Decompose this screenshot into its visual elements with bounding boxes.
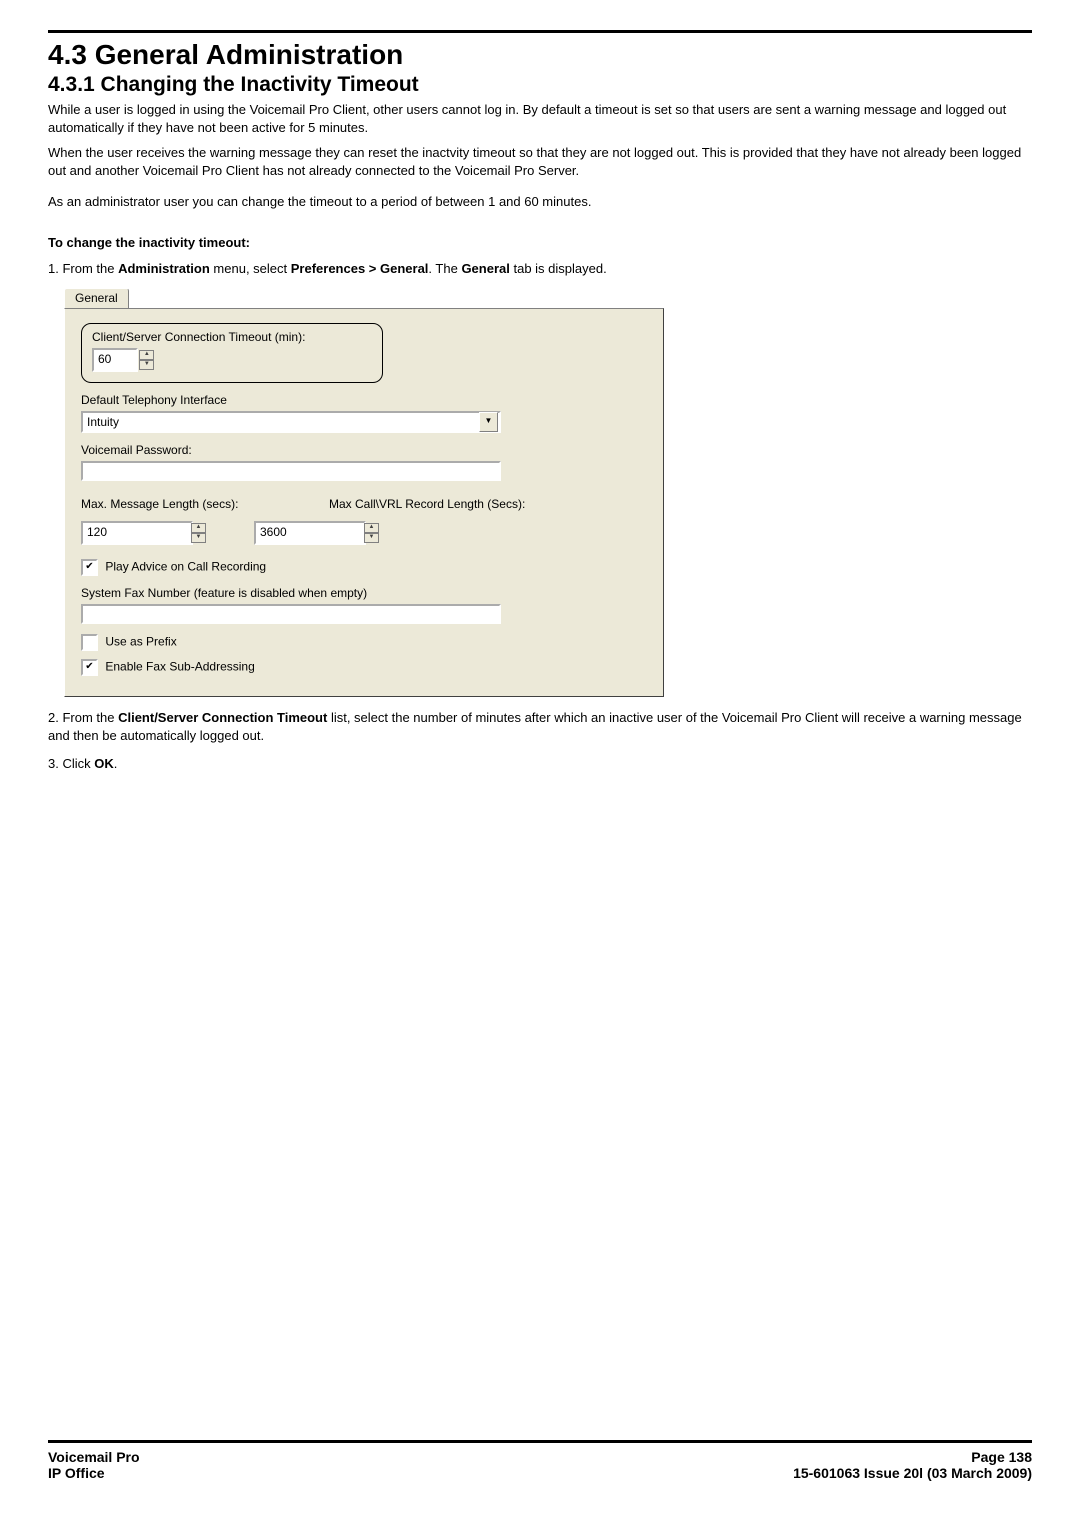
max-msg-spin-buttons[interactable]: ▲ ▼	[191, 523, 206, 543]
step3-bold-ok: OK	[94, 756, 114, 771]
step3-prefix: 3. Click	[48, 756, 94, 771]
footer-right: Page 138 15-601063 Issue 20l (03 March 2…	[793, 1449, 1032, 1481]
max-msg-wrap: 120 ▲ ▼	[81, 521, 206, 545]
spin-down-icon[interactable]: ▼	[191, 533, 206, 543]
dti-label: Default Telephony Interface	[81, 393, 227, 407]
footer-platform: IP Office	[48, 1465, 140, 1481]
paragraph-intro-2: When the user receives the warning messa…	[48, 144, 1032, 179]
step-3: 3. Click OK.	[48, 755, 1032, 773]
paragraph-intro-3: As an administrator user you can change …	[48, 193, 1032, 211]
max-msg-spinbox[interactable]: 120	[81, 521, 193, 545]
max-vrl-label: Max Call\VRL Record Length (Secs):	[329, 497, 525, 511]
sys-fax-row: System Fax Number (feature is disabled w…	[81, 586, 647, 624]
step1-bold-general: General	[461, 261, 509, 276]
footer-doc-id: 15-601063 Issue 20l (03 March 2009)	[793, 1465, 1032, 1481]
timeout-spinbox[interactable]: 60	[92, 348, 138, 372]
spin-down-icon[interactable]: ▼	[139, 360, 154, 370]
timeout-group: Client/Server Connection Timeout (min): …	[81, 323, 383, 383]
vm-password-input[interactable]	[81, 461, 501, 481]
procedure-title: To change the inactivity timeout:	[48, 235, 1032, 250]
paragraph-intro-1: While a user is logged in using the Voic…	[48, 101, 1032, 136]
timeout-spin-buttons[interactable]: ▲ ▼	[139, 350, 154, 370]
tab-general[interactable]: General	[64, 288, 129, 308]
use-prefix-label: Use as Prefix	[105, 635, 176, 649]
spin-up-icon[interactable]: ▲	[364, 523, 379, 533]
footer-page: Page 138	[793, 1449, 1032, 1465]
use-prefix-row: Use as Prefix	[81, 634, 647, 651]
spin-up-icon[interactable]: ▲	[139, 350, 154, 360]
general-panel: Client/Server Connection Timeout (min): …	[64, 308, 664, 697]
enable-fax-sub-row: ✔ Enable Fax Sub-Addressing	[81, 659, 647, 676]
spin-down-icon[interactable]: ▼	[364, 533, 379, 543]
timeout-label: Client/Server Connection Timeout (min):	[92, 330, 372, 344]
step1-bold-admin: Administration	[118, 261, 210, 276]
page-content: 4.3 General Administration 4.3.1 Changin…	[0, 0, 1080, 1440]
dti-row: Default Telephony Interface Intuity ▼	[81, 393, 647, 433]
max-vrl-spin-buttons[interactable]: ▲ ▼	[364, 523, 379, 543]
max-msg-label: Max. Message Length (secs):	[81, 497, 281, 511]
procedure-steps-cont: 2. From the Client/Server Connection Tim…	[48, 709, 1032, 774]
step1-suffix: tab is displayed.	[510, 261, 607, 276]
vm-password-label: Voicemail Password:	[81, 443, 192, 457]
top-rule	[48, 30, 1032, 33]
vm-password-row: Voicemail Password:	[81, 443, 647, 481]
step1-mid: menu, select	[210, 261, 291, 276]
use-prefix-checkbox[interactable]	[81, 634, 98, 651]
sys-fax-input[interactable]	[81, 604, 501, 624]
procedure-steps: 1. From the Administration menu, select …	[48, 260, 1032, 278]
footer-product: Voicemail Pro	[48, 1449, 140, 1465]
step2-prefix: 2. From the	[48, 710, 118, 725]
heading-subsection: 4.3.1 Changing the Inactivity Timeout	[48, 73, 1032, 97]
play-advice-label: Play Advice on Call Recording	[105, 560, 266, 574]
play-advice-row: ✔ Play Advice on Call Recording	[81, 559, 647, 576]
step3-suffix: .	[114, 756, 118, 771]
step-2: 2. From the Client/Server Connection Tim…	[48, 709, 1032, 745]
heading-section: 4.3 General Administration	[48, 39, 1032, 71]
step1-mid2: . The	[428, 261, 461, 276]
max-vrl-wrap: 3600 ▲ ▼	[254, 521, 379, 545]
page-footer: Voicemail Pro IP Office Page 138 15-6010…	[48, 1440, 1032, 1499]
spin-up-icon[interactable]: ▲	[191, 523, 206, 533]
dti-value: Intuity	[87, 415, 119, 429]
chevron-down-icon[interactable]: ▼	[479, 412, 498, 432]
sys-fax-label: System Fax Number (feature is disabled w…	[81, 586, 367, 600]
step1-prefix: 1. From the	[48, 261, 118, 276]
step-1: 1. From the Administration menu, select …	[48, 260, 1032, 278]
max-vrl-spinbox[interactable]: 3600	[254, 521, 366, 545]
enable-fax-sub-checkbox[interactable]: ✔	[81, 659, 98, 676]
length-labels-row: Max. Message Length (secs): Max Call\VRL…	[81, 497, 647, 511]
step2-bold: Client/Server Connection Timeout	[118, 710, 327, 725]
step1-bold-prefs: Preferences > General	[291, 261, 429, 276]
enable-fax-sub-label: Enable Fax Sub-Addressing	[105, 660, 254, 674]
footer-left: Voicemail Pro IP Office	[48, 1449, 140, 1481]
dialog-screenshot: General Client/Server Connection Timeout…	[64, 288, 1032, 697]
play-advice-checkbox[interactable]: ✔	[81, 559, 98, 576]
length-inputs-row: 120 ▲ ▼ 3600 ▲ ▼	[81, 521, 647, 545]
dti-dropdown[interactable]: Intuity ▼	[81, 411, 501, 433]
